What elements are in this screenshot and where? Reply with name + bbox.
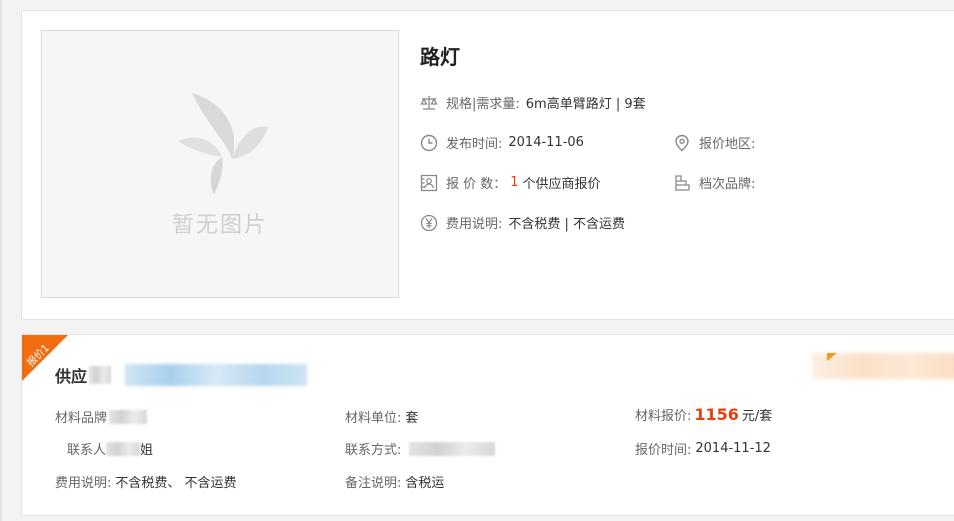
material-unit-field: 材料单位: 套 (345, 407, 418, 426)
contact-suffix: 姐 (140, 443, 154, 458)
spec-row: 规格|需求量: 6m高单臂路灯 | 9套 (420, 93, 646, 112)
publish-label: 发布时间: (446, 137, 503, 152)
remark-value: 含税运 (405, 476, 445, 491)
product-card: 暂无图片 路灯 规格|需求量: 6m高单臂路灯 | 9套 发布时间: 2014-… (21, 10, 954, 320)
yen-icon (420, 214, 438, 231)
contact-label: 联系人 (67, 443, 107, 458)
redacted-text (89, 366, 112, 384)
butterfly-logo-icon (178, 93, 268, 195)
redacted-brand (109, 409, 148, 424)
clock-icon (420, 134, 438, 151)
quote-count-value: 1 (510, 175, 519, 190)
quote-time-value: 2014-11-12 (695, 441, 771, 456)
quote-count-label: 报 价 数： (446, 177, 507, 192)
scale-icon (420, 95, 438, 110)
remark-field: 备注说明: 含税运 (345, 472, 444, 491)
location-pin-icon (675, 134, 689, 151)
flag-icon (827, 353, 837, 361)
material-price-unit: 元/套 (741, 409, 773, 424)
fee-row: 费用说明: 不含税费 | 不含运费 (420, 213, 625, 232)
brand-row: 档次品牌: (673, 173, 761, 192)
product-title: 路灯 (420, 45, 460, 69)
quote-card: 报价1 供应 材料品牌 材料单位: 套 材料报价: 1156 元/套 联系人 姐… (21, 334, 954, 516)
publish-value: 2014-11-06 (508, 135, 584, 150)
no-image-text: 暂无图片 (171, 213, 268, 238)
material-price-value: 1156 (694, 405, 739, 424)
material-unit-value: 套 (405, 411, 419, 426)
remark-label: 备注说明: (345, 476, 402, 491)
quote-fee-label: 费用说明: (55, 476, 112, 491)
spec-value: 6m高单臂路灯 | 9套 (525, 97, 646, 112)
quote-time-label: 报价时间: (635, 443, 692, 458)
quote-time-field: 报价时间: 2014-11-12 (635, 439, 771, 458)
product-image-placeholder: 暂无图片 (41, 30, 399, 298)
supplier-prefix: 供应 (55, 367, 88, 386)
material-brand-field: 材料品牌 (55, 407, 148, 426)
quote-fee-field: 费用说明: 不含税费、 不含运费 (55, 472, 237, 491)
left-edge-line-2 (0, 334, 2, 516)
contact-method-field: 联系方式: (345, 439, 496, 458)
quote-fee-value: 不含税费、 不含运费 (115, 476, 237, 491)
quote-count-icon (420, 174, 438, 191)
material-brand-label: 材料品牌 (55, 411, 108, 426)
fee-value: 不含税费 | 不含运费 (508, 217, 626, 232)
spec-label: 规格|需求量: (446, 97, 520, 112)
publish-row: 发布时间: 2014-11-06 (420, 133, 584, 152)
brand-tier-icon (675, 174, 690, 191)
contact-method-label: 联系方式: (345, 443, 402, 458)
quote-count-suffix: 个供应商报价 (522, 177, 601, 192)
material-price-label: 材料报价: (635, 409, 692, 424)
material-price-field: 材料报价: 1156 元/套 (635, 405, 772, 424)
supplier-name: 供应 (55, 363, 308, 387)
brand-label: 档次品牌: (699, 177, 756, 192)
contact-field: 联系人 姐 (67, 439, 153, 458)
material-unit-label: 材料单位: (345, 411, 402, 426)
redacted-phone (409, 441, 496, 456)
quote-count-row: 报 价 数： 1 个供应商报价 (420, 173, 601, 192)
fee-label: 费用说明: (446, 217, 503, 232)
region-row: 报价地区: (673, 133, 761, 152)
region-label: 报价地区: (699, 137, 756, 152)
redacted-contact (106, 441, 141, 456)
redacted-supplier (125, 364, 308, 386)
